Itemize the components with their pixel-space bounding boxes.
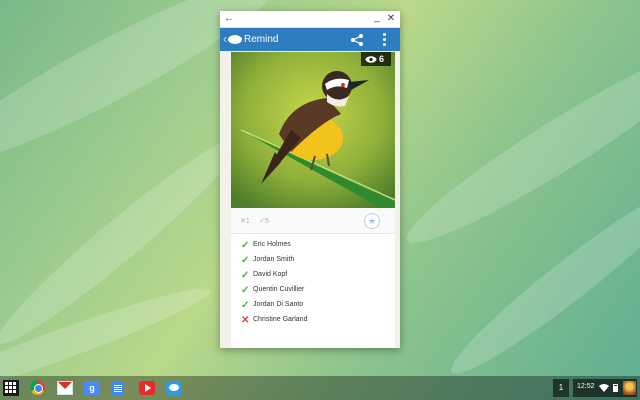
declined-count[interactable]: ✕1 (240, 217, 250, 225)
message-photo[interactable] (231, 52, 395, 208)
close-icon[interactable]: ✕ (385, 13, 397, 25)
check-icon: ✓ (241, 270, 250, 281)
remind-app-window: ← _ ✕ ‹ Remind 6 ✕1 ✓5 ★ ✓ Eric Holmes ✓… (220, 11, 400, 348)
recipient-name: David Kopf (253, 271, 288, 278)
battery-icon (613, 384, 618, 392)
check-icon: ✓ (241, 255, 250, 266)
clock: 12:52 (577, 383, 595, 390)
more-vertical-icon[interactable] (383, 33, 387, 47)
arrow-left-icon[interactable]: ← (223, 13, 235, 25)
wifi-icon (599, 384, 609, 392)
app-title: Remind (244, 34, 279, 45)
star-icon[interactable]: ★ (364, 213, 380, 229)
confirmed-count[interactable]: ✓5 (259, 217, 269, 225)
check-icon: ✓ (241, 240, 250, 251)
window-titlebar: ← _ ✕ (220, 11, 400, 28)
share-icon[interactable] (350, 33, 364, 47)
check-icon: ✓ (241, 285, 250, 296)
check-icon: ✓ (241, 300, 250, 311)
minimize-icon[interactable]: _ (371, 12, 383, 24)
avatar (623, 381, 636, 395)
eye-icon (365, 56, 377, 63)
app-bar: ‹ Remind (220, 28, 400, 51)
recipient-name: Quentin Cuvillier (253, 286, 305, 293)
list-item: ✓ Jordan Smith (231, 254, 395, 269)
recipient-list: ✓ Eric Holmes ✓ Jordan Smith ✓ David Kop… (231, 239, 395, 329)
x-icon: ✕ (241, 315, 250, 326)
chrome-icon[interactable] (30, 380, 45, 395)
list-item: ✓ Eric Holmes (231, 239, 395, 254)
remind-icon[interactable] (166, 381, 182, 395)
response-stats: ✕1 ✓5 ★ (231, 208, 395, 234)
launcher-icon[interactable] (3, 380, 19, 396)
message-card: 6 ✕1 ✓5 ★ ✓ Eric Holmes ✓ Jordan Smith ✓… (231, 52, 395, 348)
view-count: 6 (379, 54, 385, 64)
remind-bubble-icon[interactable]: ‹ (223, 33, 243, 46)
gmail-icon[interactable] (57, 381, 73, 395)
status-tray[interactable]: 12:52 (573, 379, 637, 397)
desk-number[interactable]: 1 (553, 379, 569, 397)
recipient-name: Jordan Di Santo (253, 301, 304, 308)
recipient-name: Eric Holmes (253, 241, 291, 248)
docs-icon[interactable] (112, 381, 124, 395)
list-item: ✓ David Kopf (231, 269, 395, 284)
list-item: ✓ Quentin Cuvillier (231, 284, 395, 299)
list-item: ✓ Jordan Di Santo (231, 299, 395, 314)
recipient-name: Christine Garland (253, 316, 308, 323)
list-item: ✕ Christine Garland (231, 314, 395, 329)
view-count-badge: 6 (361, 52, 391, 66)
recipient-name: Jordan Smith (253, 256, 295, 263)
youtube-icon[interactable] (139, 381, 155, 395)
google-plus-icon[interactable]: g (84, 381, 100, 395)
shelf: g 1 12:52 (0, 376, 640, 400)
